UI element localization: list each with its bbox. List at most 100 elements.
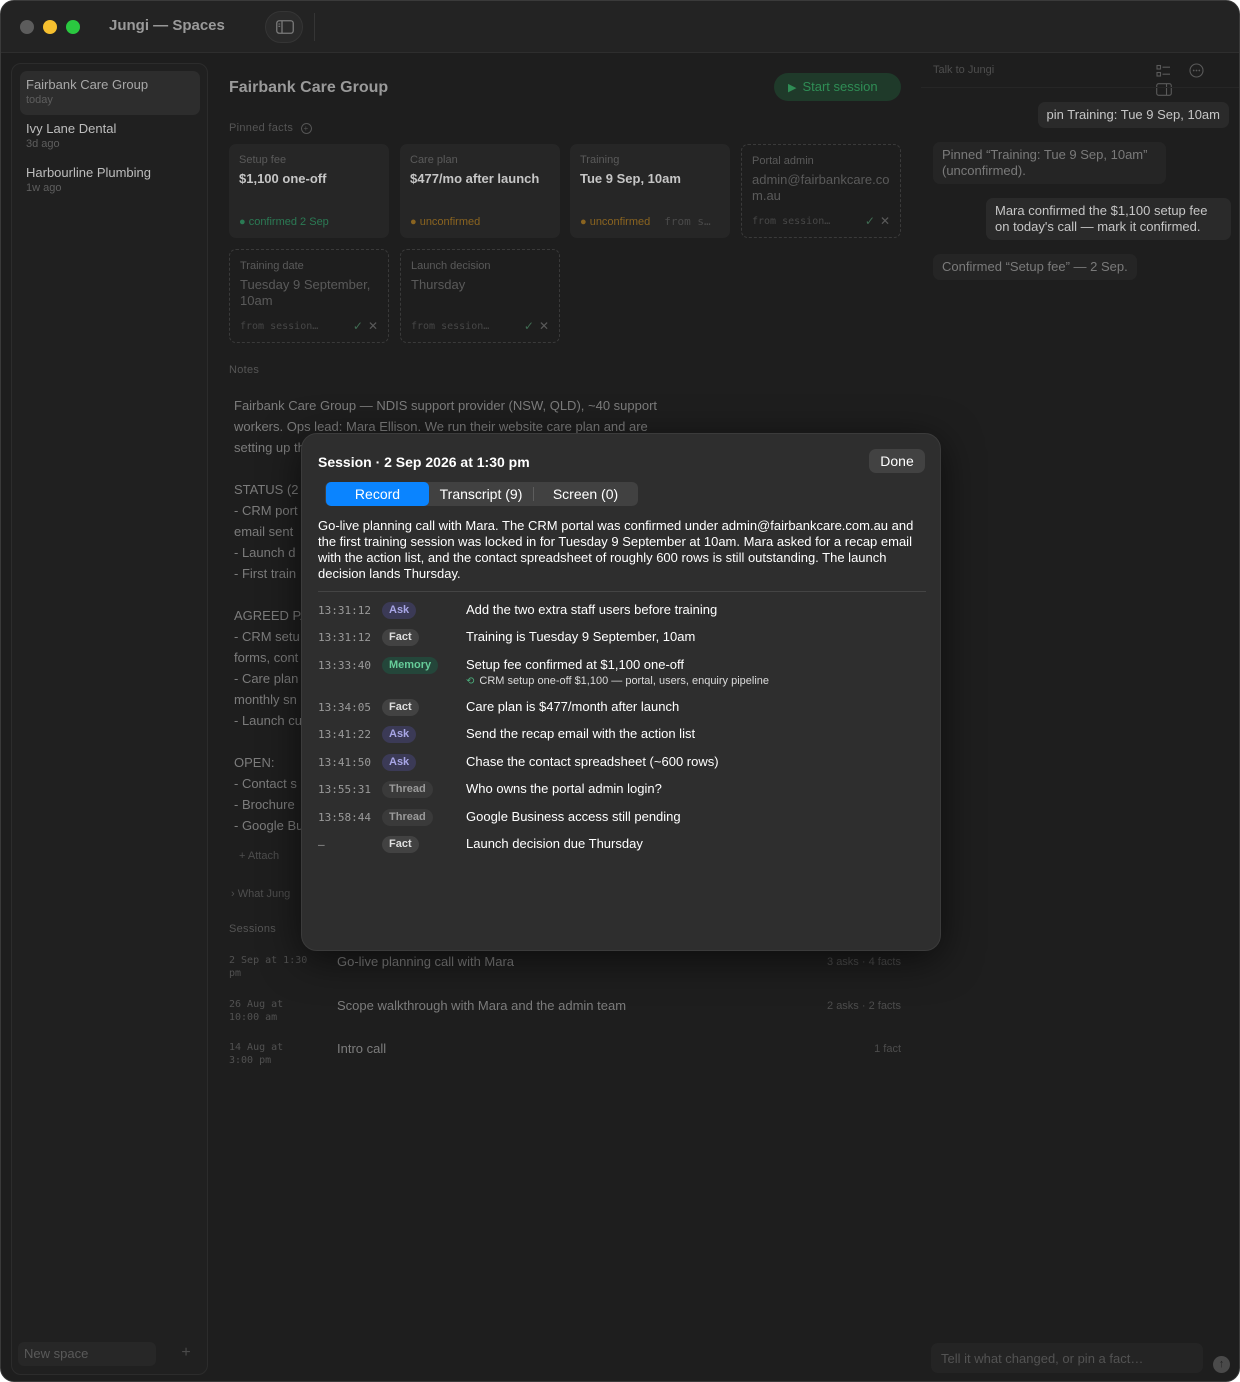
dismiss-x-icon[interactable]: ✕	[539, 319, 549, 333]
close-window-button[interactable]	[20, 20, 34, 34]
event-text: Care plan is $477/month after launch	[466, 699, 680, 714]
title-bar: Jungi — Spaces	[1, 1, 1239, 53]
suggested-fact-card[interactable]: Training date Tuesday 9 September, 10am …	[229, 249, 389, 343]
session-date: 14 Aug at 3:00 pm	[229, 1042, 284, 1066]
session-date: 2 Sep at 1:30 pm	[229, 955, 308, 979]
space-name: Ivy Lane Dental	[26, 121, 117, 136]
event-row[interactable]: 13:58:44 Thread Google Business access sti…	[318, 809, 928, 829]
event-row[interactable]: 13:31:12 Ask Add the two extra staff users…	[318, 602, 928, 622]
fact-value: admin@fairbankcare.com.au	[752, 172, 890, 203]
session-title: Intro call	[337, 1041, 387, 1056]
event-tag: Ask	[382, 602, 417, 619]
info-icon[interactable]: +	[300, 123, 312, 134]
session-row[interactable]: 14 Aug at 3:00 pm Intro call 1 fact	[229, 1041, 901, 1085]
pinned-fact-card[interactable]: Care plan $477/mo after launch ● unconfi…	[400, 144, 560, 238]
space-time: 3d ago	[26, 138, 60, 150]
event-time: 13:33:40	[318, 659, 371, 672]
attach-button[interactable]: + Attach	[239, 850, 279, 862]
session-meta: 3 asks · 4 facts	[827, 956, 901, 968]
more-options-icon[interactable]	[1189, 63, 1205, 79]
panel-toggle-icon[interactable]	[1156, 83, 1172, 99]
suggested-fact-card[interactable]: Launch decision Thursday from session… ✓…	[400, 249, 560, 343]
dismiss-x-icon[interactable]: ✕	[880, 214, 890, 228]
event-time: –	[318, 838, 325, 851]
session-row[interactable]: 26 Aug at 10:00 am Scope walkthrough wit…	[229, 998, 901, 1042]
chat-input[interactable]: Tell it what changed, or pin a fact…	[931, 1343, 1203, 1373]
event-tag: Fact	[382, 699, 419, 716]
start-session-label: Start session	[802, 79, 878, 94]
tab-control: Record Transcript (9) Screen (0)	[325, 482, 638, 506]
event-tag: Memory	[382, 657, 439, 674]
event-row[interactable]: 13:31:12 Fact Training is Tuesday 9 Septem…	[318, 629, 928, 649]
minimize-window-button[interactable]	[43, 20, 57, 34]
event-row[interactable]: 13:33:40 Memory Setup fee confirmed at $1,…	[318, 657, 928, 687]
event-text: Google Business access still pending	[466, 809, 681, 824]
zoom-window-button[interactable]	[66, 20, 80, 34]
session-record-modal: Session · 2 Sep 2026 at 1:30 pm Done Rec…	[301, 433, 941, 951]
event-row[interactable]: 13:41:50 Ask Chase the contact spreadsheet…	[318, 754, 928, 774]
chat-header: Talk to Jungi	[933, 64, 995, 76]
send-button[interactable]: ↑	[1213, 1356, 1230, 1373]
event-row[interactable]: 13:34:05 Fact Care plan is $477/month afte…	[318, 699, 928, 719]
start-session-button[interactable]: ▶ Start session	[774, 73, 901, 101]
event-time: 13:31:12	[318, 604, 371, 617]
notes-line: Fairbank Care Group — NDIS support provi…	[234, 398, 658, 413]
fact-source: from session…	[752, 216, 831, 227]
what-jungi-disclosure[interactable]: › What Jung	[231, 888, 290, 900]
tab-transcript[interactable]: Transcript (9)	[429, 482, 533, 506]
event-row[interactable]: 13:41:22 Ask Send the recap email with the…	[318, 726, 928, 746]
done-button[interactable]: Done	[869, 449, 925, 473]
play-icon: ▶	[788, 82, 797, 94]
event-time: 13:41:22	[318, 728, 371, 741]
event-text: Add the two extra staff users before tra…	[466, 602, 718, 617]
accept-check-icon[interactable]: ✓	[865, 214, 875, 228]
add-space-button[interactable]: +	[173, 1342, 199, 1366]
fact-label: Training	[580, 154, 620, 166]
sidebar-icon	[276, 20, 294, 34]
sidebar-item-harbourline[interactable]: Harbourline Plumbing 1w ago	[20, 159, 200, 203]
accept-check-icon[interactable]: ✓	[524, 319, 534, 333]
event-tag: Thread	[382, 809, 433, 826]
suggested-fact-card[interactable]: Portal admin admin@fairbankcare.com.au f…	[741, 144, 901, 238]
dismiss-x-icon[interactable]: ✕	[368, 319, 378, 333]
event-time: 13:55:31	[318, 783, 371, 796]
session-row[interactable]: 2 Sep at 1:30 pm Go-live planning call w…	[229, 954, 901, 998]
sessions-heading: Sessions	[229, 923, 277, 935]
pinned-fact-card[interactable]: Training Tue 9 Sep, 10am ● unconfirmed fr…	[570, 144, 730, 238]
fact-source: from session…	[240, 321, 319, 332]
event-text: Chase the contact spreadsheet (~600 rows…	[466, 754, 719, 769]
new-space-input[interactable]: New space	[18, 1342, 156, 1366]
fact-label: Launch decision	[411, 260, 491, 272]
tab-record[interactable]: Record	[326, 482, 429, 506]
event-text: Training is Tuesday 9 September, 10am	[466, 629, 696, 644]
fact-label: Setup fee	[239, 154, 287, 166]
chat-message-assistant: Confirmed “Setup fee” — 2 Sep.	[933, 254, 1137, 280]
spaces-sidebar: Fairbank Care Group today Ivy Lane Denta…	[11, 63, 208, 1375]
checklist-icon[interactable]	[1156, 64, 1172, 80]
session-meta: 1 fact	[874, 1043, 901, 1055]
tab-screen[interactable]: Screen (0)	[534, 482, 637, 506]
event-row[interactable]: – Fact Launch decision due Thursday	[318, 836, 928, 856]
space-time: 1w ago	[26, 182, 62, 194]
session-title: Scope walkthrough with Mara and the admi…	[337, 998, 627, 1013]
event-text: Launch decision due Thursday	[466, 836, 643, 851]
event-memory-detail: ⟲ CRM setup one-off $1,100 — portal, user…	[466, 675, 769, 687]
space-name: Fairbank Care Group	[26, 77, 149, 92]
pinned-facts-label: Pinned facts	[229, 122, 294, 134]
fact-source: from s…	[664, 215, 711, 228]
chat-divider	[921, 87, 1239, 88]
session-title: Go-live planning call with Mara	[337, 954, 515, 969]
chat-message-assistant: Pinned “Training: Tue 9 Sep, 10am” (unco…	[933, 142, 1166, 184]
notes-heading: Notes	[229, 364, 260, 376]
session-date: 26 Aug at 10:00 am	[229, 999, 284, 1023]
fact-status: ● unconfirmed	[410, 216, 481, 228]
fact-source: from session…	[411, 321, 490, 332]
sidebar-item-fairbank[interactable]: Fairbank Care Group today	[20, 71, 200, 115]
accept-check-icon[interactable]: ✓	[353, 319, 363, 333]
event-time: 13:31:12	[318, 631, 371, 644]
event-row[interactable]: 13:55:31 Thread Who owns the portal admin …	[318, 781, 928, 801]
chat-message-user: pin Training: Tue 9 Sep, 10am	[1037, 102, 1229, 128]
pinned-fact-card[interactable]: Setup fee $1,100 one-off ● confirmed 2 S…	[229, 144, 389, 238]
sidebar-item-ivy-lane[interactable]: Ivy Lane Dental 3d ago	[20, 115, 200, 159]
sidebar-toggle-button[interactable]	[265, 11, 303, 43]
